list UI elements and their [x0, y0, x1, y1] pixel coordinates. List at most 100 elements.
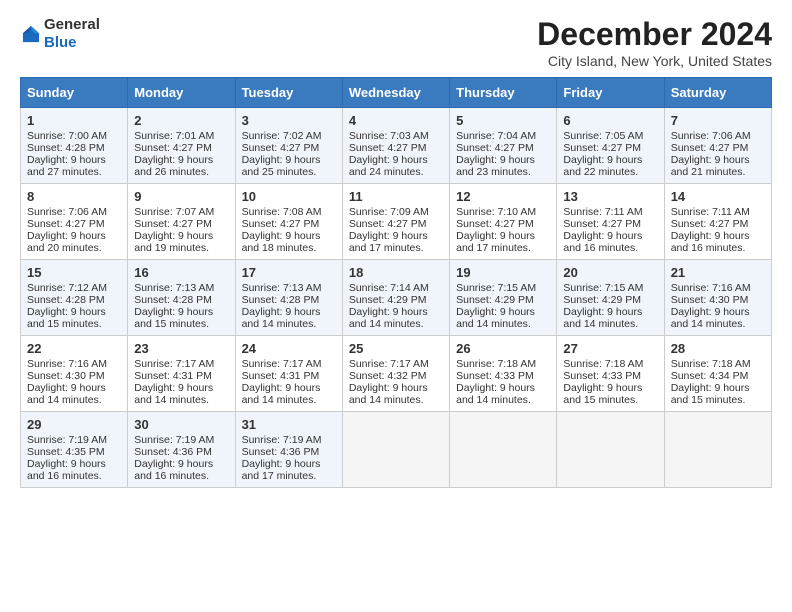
- sunrise-label: Sunrise: 7:04 AM: [456, 130, 536, 142]
- day-number: 15: [27, 265, 121, 280]
- sunset-label: Sunset: 4:36 PM: [242, 446, 320, 458]
- daylight-label: Daylight: 9 hours and 17 minutes.: [456, 230, 535, 254]
- weekday-thursday: Thursday: [450, 78, 557, 108]
- sunrise-label: Sunrise: 7:09 AM: [349, 206, 429, 218]
- calendar-cell: 11 Sunrise: 7:09 AM Sunset: 4:27 PM Dayl…: [342, 184, 449, 260]
- calendar-cell: 31 Sunrise: 7:19 AM Sunset: 4:36 PM Dayl…: [235, 412, 342, 488]
- day-number: 25: [349, 341, 443, 356]
- day-number: 11: [349, 189, 443, 204]
- calendar-cell: 27 Sunrise: 7:18 AM Sunset: 4:33 PM Dayl…: [557, 336, 664, 412]
- daylight-label: Daylight: 9 hours and 14 minutes.: [27, 382, 106, 406]
- sunrise-label: Sunrise: 7:06 AM: [27, 206, 107, 218]
- calendar-cell: 7 Sunrise: 7:06 AM Sunset: 4:27 PM Dayli…: [664, 108, 771, 184]
- daylight-label: Daylight: 9 hours and 17 minutes.: [242, 458, 321, 482]
- day-number: 12: [456, 189, 550, 204]
- calendar-cell: 29 Sunrise: 7:19 AM Sunset: 4:35 PM Dayl…: [21, 412, 128, 488]
- sunset-label: Sunset: 4:28 PM: [27, 294, 105, 306]
- sunrise-label: Sunrise: 7:00 AM: [27, 130, 107, 142]
- daylight-label: Daylight: 9 hours and 16 minutes.: [563, 230, 642, 254]
- sunrise-label: Sunrise: 7:08 AM: [242, 206, 322, 218]
- sunrise-label: Sunrise: 7:02 AM: [242, 130, 322, 142]
- sunrise-label: Sunrise: 7:13 AM: [242, 282, 322, 294]
- sunset-label: Sunset: 4:27 PM: [456, 142, 534, 154]
- calendar-cell: [557, 412, 664, 488]
- sunrise-label: Sunrise: 7:14 AM: [349, 282, 429, 294]
- sunset-label: Sunset: 4:29 PM: [563, 294, 641, 306]
- sunrise-label: Sunrise: 7:18 AM: [456, 358, 536, 370]
- sunrise-label: Sunrise: 7:10 AM: [456, 206, 536, 218]
- calendar-body: 1 Sunrise: 7:00 AM Sunset: 4:28 PM Dayli…: [21, 108, 772, 488]
- day-number: 26: [456, 341, 550, 356]
- sunrise-label: Sunrise: 7:12 AM: [27, 282, 107, 294]
- calendar-cell: [342, 412, 449, 488]
- sunrise-label: Sunrise: 7:06 AM: [671, 130, 751, 142]
- day-number: 6: [563, 113, 657, 128]
- day-number: 16: [134, 265, 228, 280]
- calendar-table: SundayMondayTuesdayWednesdayThursdayFrid…: [20, 77, 772, 488]
- sunset-label: Sunset: 4:28 PM: [134, 294, 212, 306]
- calendar-cell: 16 Sunrise: 7:13 AM Sunset: 4:28 PM Dayl…: [128, 260, 235, 336]
- calendar-week-2: 8 Sunrise: 7:06 AM Sunset: 4:27 PM Dayli…: [21, 184, 772, 260]
- calendar-cell: [450, 412, 557, 488]
- day-number: 29: [27, 417, 121, 432]
- sunrise-label: Sunrise: 7:07 AM: [134, 206, 214, 218]
- sunrise-label: Sunrise: 7:11 AM: [563, 206, 642, 218]
- calendar-cell: 6 Sunrise: 7:05 AM Sunset: 4:27 PM Dayli…: [557, 108, 664, 184]
- sunset-label: Sunset: 4:27 PM: [242, 142, 320, 154]
- sunset-label: Sunset: 4:36 PM: [134, 446, 212, 458]
- daylight-label: Daylight: 9 hours and 25 minutes.: [242, 154, 321, 178]
- sunset-label: Sunset: 4:31 PM: [242, 370, 320, 382]
- day-number: 28: [671, 341, 765, 356]
- sunrise-label: Sunrise: 7:13 AM: [134, 282, 214, 294]
- sunrise-label: Sunrise: 7:19 AM: [134, 434, 214, 446]
- calendar-cell: 15 Sunrise: 7:12 AM Sunset: 4:28 PM Dayl…: [21, 260, 128, 336]
- daylight-label: Daylight: 9 hours and 15 minutes.: [671, 382, 750, 406]
- sunrise-label: Sunrise: 7:15 AM: [563, 282, 643, 294]
- calendar-cell: 13 Sunrise: 7:11 AM Sunset: 4:27 PM Dayl…: [557, 184, 664, 260]
- calendar-cell: [664, 412, 771, 488]
- sunrise-label: Sunrise: 7:17 AM: [134, 358, 214, 370]
- calendar-cell: 22 Sunrise: 7:16 AM Sunset: 4:30 PM Dayl…: [21, 336, 128, 412]
- calendar-cell: 21 Sunrise: 7:16 AM Sunset: 4:30 PM Dayl…: [664, 260, 771, 336]
- day-number: 14: [671, 189, 765, 204]
- sunset-label: Sunset: 4:34 PM: [671, 370, 749, 382]
- day-number: 30: [134, 417, 228, 432]
- daylight-label: Daylight: 9 hours and 24 minutes.: [349, 154, 428, 178]
- sunrise-label: Sunrise: 7:11 AM: [671, 206, 750, 218]
- daylight-label: Daylight: 9 hours and 16 minutes.: [27, 458, 106, 482]
- calendar-cell: 28 Sunrise: 7:18 AM Sunset: 4:34 PM Dayl…: [664, 336, 771, 412]
- daylight-label: Daylight: 9 hours and 15 minutes.: [27, 306, 106, 330]
- weekday-sunday: Sunday: [21, 78, 128, 108]
- page-header: General Blue December 2024 City Island, …: [20, 16, 772, 69]
- daylight-label: Daylight: 9 hours and 19 minutes.: [134, 230, 213, 254]
- calendar-week-3: 15 Sunrise: 7:12 AM Sunset: 4:28 PM Dayl…: [21, 260, 772, 336]
- sunset-label: Sunset: 4:28 PM: [242, 294, 320, 306]
- sunset-label: Sunset: 4:29 PM: [456, 294, 534, 306]
- daylight-label: Daylight: 9 hours and 18 minutes.: [242, 230, 321, 254]
- calendar-cell: 30 Sunrise: 7:19 AM Sunset: 4:36 PM Dayl…: [128, 412, 235, 488]
- calendar-cell: 5 Sunrise: 7:04 AM Sunset: 4:27 PM Dayli…: [450, 108, 557, 184]
- sunset-label: Sunset: 4:27 PM: [242, 218, 320, 230]
- calendar-week-5: 29 Sunrise: 7:19 AM Sunset: 4:35 PM Dayl…: [21, 412, 772, 488]
- sunrise-label: Sunrise: 7:19 AM: [242, 434, 322, 446]
- day-number: 18: [349, 265, 443, 280]
- calendar-cell: 20 Sunrise: 7:15 AM Sunset: 4:29 PM Dayl…: [557, 260, 664, 336]
- daylight-label: Daylight: 9 hours and 14 minutes.: [242, 382, 321, 406]
- daylight-label: Daylight: 9 hours and 14 minutes.: [671, 306, 750, 330]
- calendar-cell: 24 Sunrise: 7:17 AM Sunset: 4:31 PM Dayl…: [235, 336, 342, 412]
- weekday-wednesday: Wednesday: [342, 78, 449, 108]
- daylight-label: Daylight: 9 hours and 14 minutes.: [349, 306, 428, 330]
- calendar-cell: 26 Sunrise: 7:18 AM Sunset: 4:33 PM Dayl…: [450, 336, 557, 412]
- daylight-label: Daylight: 9 hours and 14 minutes.: [349, 382, 428, 406]
- sunrise-label: Sunrise: 7:05 AM: [563, 130, 643, 142]
- title-block: December 2024 City Island, New York, Uni…: [537, 16, 772, 69]
- day-number: 23: [134, 341, 228, 356]
- day-number: 5: [456, 113, 550, 128]
- sunrise-label: Sunrise: 7:19 AM: [27, 434, 107, 446]
- daylight-label: Daylight: 9 hours and 21 minutes.: [671, 154, 750, 178]
- day-number: 20: [563, 265, 657, 280]
- sunset-label: Sunset: 4:30 PM: [671, 294, 749, 306]
- daylight-label: Daylight: 9 hours and 14 minutes.: [134, 382, 213, 406]
- sunset-label: Sunset: 4:33 PM: [456, 370, 534, 382]
- weekday-monday: Monday: [128, 78, 235, 108]
